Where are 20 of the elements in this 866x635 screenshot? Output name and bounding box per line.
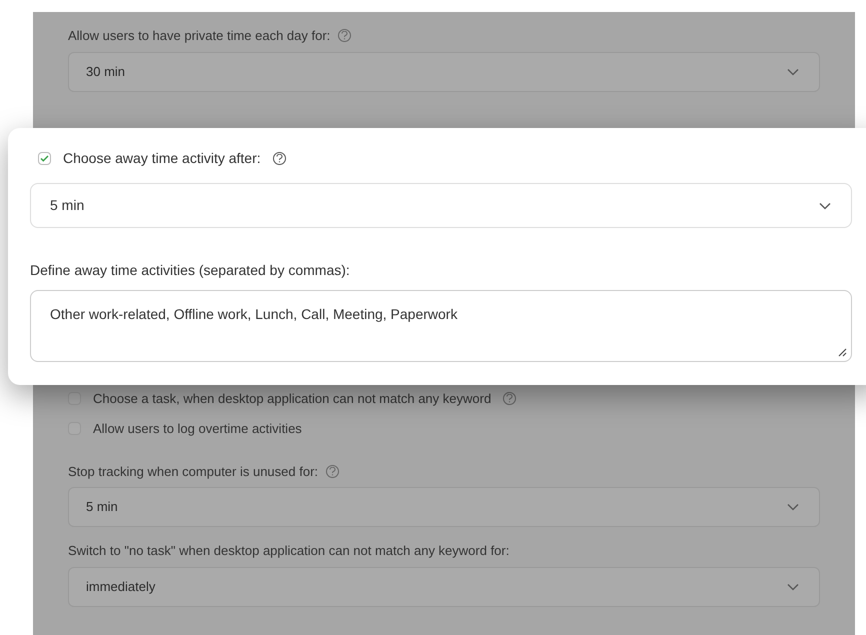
field-label: Switch to "no task" when desktop application can not match any keyword for:	[68, 542, 510, 560]
field-label: Allow users to have private time each day for:	[68, 27, 330, 45]
select-field[interactable]: immediately	[68, 566, 820, 606]
checkbox-label: Choose away time activity after:	[63, 149, 261, 168]
checkbox[interactable]	[38, 152, 51, 165]
chevron-down-icon	[819, 202, 831, 210]
chevron-down-icon	[787, 582, 799, 590]
chevron-down-icon	[787, 68, 799, 76]
field-label: Define away time activities (separated by commas):	[30, 261, 351, 280]
select-field[interactable]: 30 min	[68, 52, 820, 92]
select-field[interactable]: 5 min	[30, 183, 852, 228]
checkbox-label: Choose a task, when desktop application can not match any keyword	[93, 390, 492, 408]
checkbox[interactable]	[68, 392, 81, 405]
field-label: Stop tracking when computer is unused for:	[68, 462, 318, 481]
select-field[interactable]: 5 min	[68, 487, 820, 527]
checkbox-label: Allow users to log overtime activities	[93, 420, 302, 438]
chevron-down-icon	[787, 503, 799, 511]
help-icon[interactable]	[272, 152, 286, 165]
text-area[interactable]: Other work-related, Offline work, Lunch, Call, Meeting, Paperwork	[30, 290, 852, 362]
resize-handle-icon[interactable]	[838, 348, 847, 357]
